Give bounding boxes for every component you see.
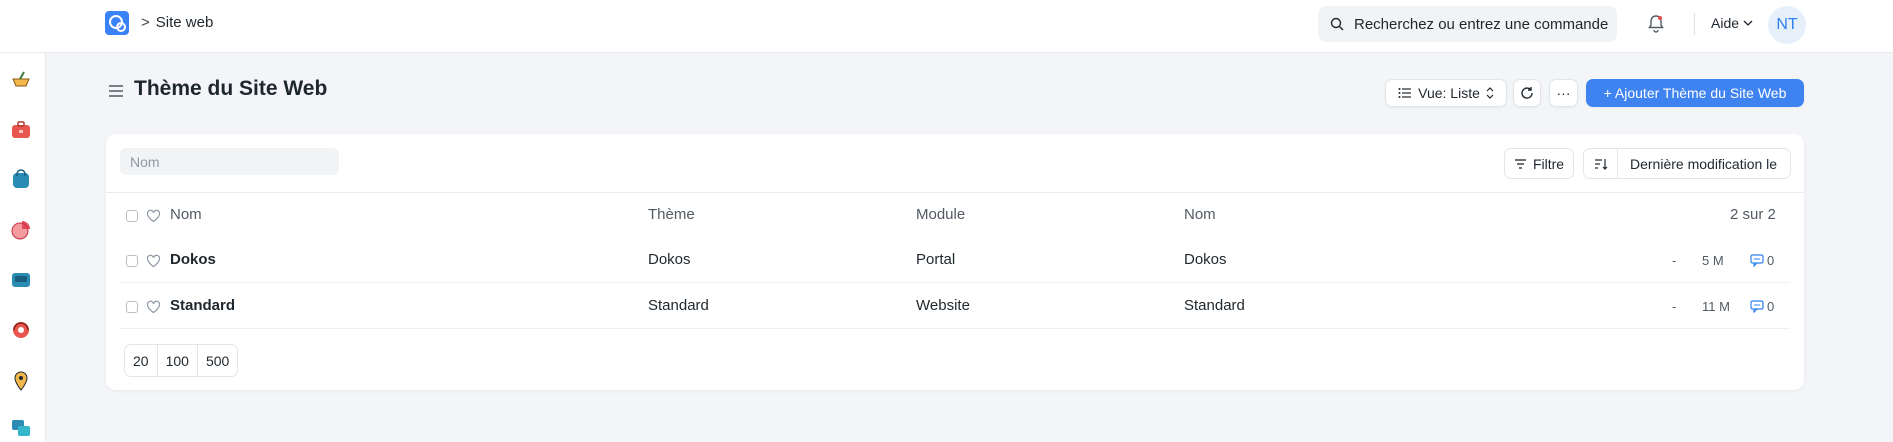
breadcrumb-separator: > [141, 14, 150, 31]
search-icon [1330, 17, 1344, 31]
bag-icon[interactable] [10, 168, 32, 190]
view-switcher-button[interactable]: Vue: Liste [1385, 79, 1507, 107]
filter-icon [1514, 158, 1526, 169]
comment-icon [1750, 254, 1764, 267]
computer-icon[interactable] [10, 269, 32, 291]
page-size-500-button[interactable]: 500 [198, 345, 237, 376]
heart-icon[interactable] [146, 300, 161, 314]
row-module: Portal [916, 251, 956, 268]
filter-button[interactable]: Filtre [1504, 148, 1574, 179]
row-status: - [1672, 253, 1677, 268]
row-status: - [1672, 299, 1677, 314]
row-name-link[interactable]: Standard [170, 297, 235, 314]
help-dropdown[interactable]: Aide [1711, 15, 1753, 31]
column-header-theme[interactable]: Thème [648, 206, 695, 223]
row-modified: 5 M [1702, 253, 1724, 268]
more-actions-button[interactable]: ··· [1549, 79, 1578, 107]
location-pin-icon[interactable] [10, 370, 32, 392]
bowl-icon[interactable] [10, 69, 32, 91]
row-module: Website [916, 297, 970, 314]
filter-label: Filtre [1532, 155, 1565, 172]
list-icon [1398, 88, 1412, 98]
navbar: > Site web Recherchez ou entrez une comm… [0, 0, 1893, 53]
add-website-theme-button[interactable]: + Ajouter Thème du Site Web [1586, 79, 1804, 107]
sidebar-toggle-icon[interactable] [108, 84, 124, 98]
row-name-link[interactable]: Dokos [170, 251, 216, 268]
card-divider [106, 192, 1804, 193]
chevron-down-icon [1743, 20, 1753, 26]
row-theme: Dokos [648, 251, 691, 268]
column-header-name-2[interactable]: Nom [1184, 206, 1216, 223]
comment-count: 0 [1767, 253, 1775, 268]
navbar-divider [1694, 13, 1695, 35]
support-icon[interactable] [10, 319, 32, 341]
select-all-checkbox[interactable] [126, 210, 138, 222]
page-size-100-button[interactable]: 100 [158, 345, 198, 376]
notification-bell-icon[interactable] [1647, 14, 1665, 34]
sidebar [0, 53, 46, 442]
row-divider [120, 282, 1790, 283]
toolbox-icon[interactable] [10, 119, 32, 141]
row-divider [120, 328, 1790, 329]
heart-icon[interactable] [146, 209, 161, 223]
page-size-20-button[interactable]: 20 [125, 345, 158, 376]
breadcrumb-item-site-web[interactable]: Site web [156, 14, 214, 31]
row-name-2: Dokos [1184, 251, 1227, 268]
list-header-row: Nom Thème Module Nom 2 sur 2 [106, 200, 1804, 245]
row-theme: Standard [648, 297, 709, 314]
table-row[interactable]: Dokos Dokos Portal Dokos - 5 M 0 [106, 245, 1804, 290]
page-title: Thème du Site Web [134, 77, 328, 100]
app-logo[interactable] [105, 11, 129, 35]
row-checkbox[interactable] [126, 255, 138, 267]
search-label: Recherchez ou entrez une commande [1354, 15, 1609, 33]
column-header-module[interactable]: Module [916, 206, 965, 223]
comment-icon [1750, 300, 1764, 313]
pie-chart-icon[interactable] [10, 219, 32, 241]
chat-icon[interactable] [10, 417, 32, 439]
sort-selector: Dernière modification le [1583, 148, 1791, 179]
refresh-icon [1521, 87, 1533, 99]
view-label: Vue: Liste [1418, 85, 1480, 101]
table-row[interactable]: Standard Standard Website Standard - 11 … [106, 291, 1804, 336]
record-count: 2 sur 2 [1730, 206, 1776, 223]
avatar[interactable]: NT [1768, 6, 1806, 44]
row-checkbox[interactable] [126, 301, 138, 313]
sort-field-button[interactable]: Dernière modification le [1618, 156, 1777, 172]
breadcrumb: > Site web [141, 14, 213, 31]
refresh-button[interactable] [1513, 79, 1541, 107]
sort-direction-button[interactable] [1584, 149, 1618, 178]
column-header-name[interactable]: Nom [170, 206, 202, 223]
row-name-2: Standard [1184, 297, 1245, 314]
select-arrows-icon [1486, 87, 1494, 99]
page-size-selector: 20 100 500 [124, 344, 239, 377]
search-bar[interactable]: Recherchez ou entrez une commande [1318, 6, 1617, 42]
heart-icon[interactable] [146, 254, 161, 268]
row-comment-count[interactable]: 0 [1750, 253, 1774, 268]
help-label: Aide [1711, 15, 1740, 31]
comment-count: 0 [1767, 299, 1775, 314]
row-modified: 11 M [1702, 299, 1730, 314]
name-filter-input[interactable] [120, 148, 339, 175]
sort-descending-icon [1594, 158, 1607, 170]
row-comment-count[interactable]: 0 [1750, 299, 1774, 314]
